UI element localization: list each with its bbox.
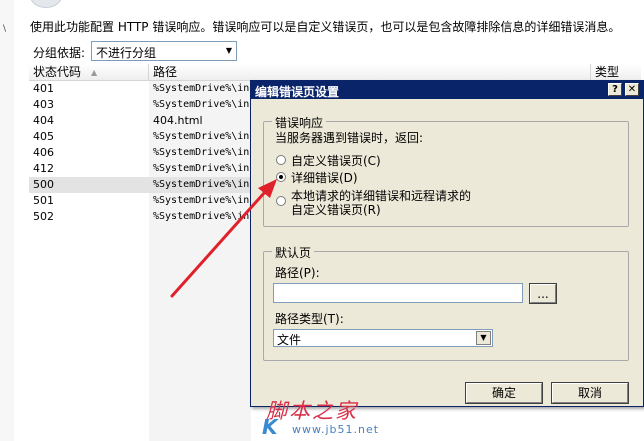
iis-error-pages-screen: \ 使用此功能配置 HTTP 错误响应。错误响应可以是自定义错误页，也可以是包含… — [0, 0, 644, 441]
watermark-text: 脚本之家 — [266, 399, 358, 423]
arrow-shaft — [170, 190, 267, 298]
annotation-arrow — [170, 179, 277, 298]
watermark-url: www.jb51.net — [292, 423, 380, 436]
site-watermark: K 脚本之家 www.jb51.net — [262, 395, 397, 441]
